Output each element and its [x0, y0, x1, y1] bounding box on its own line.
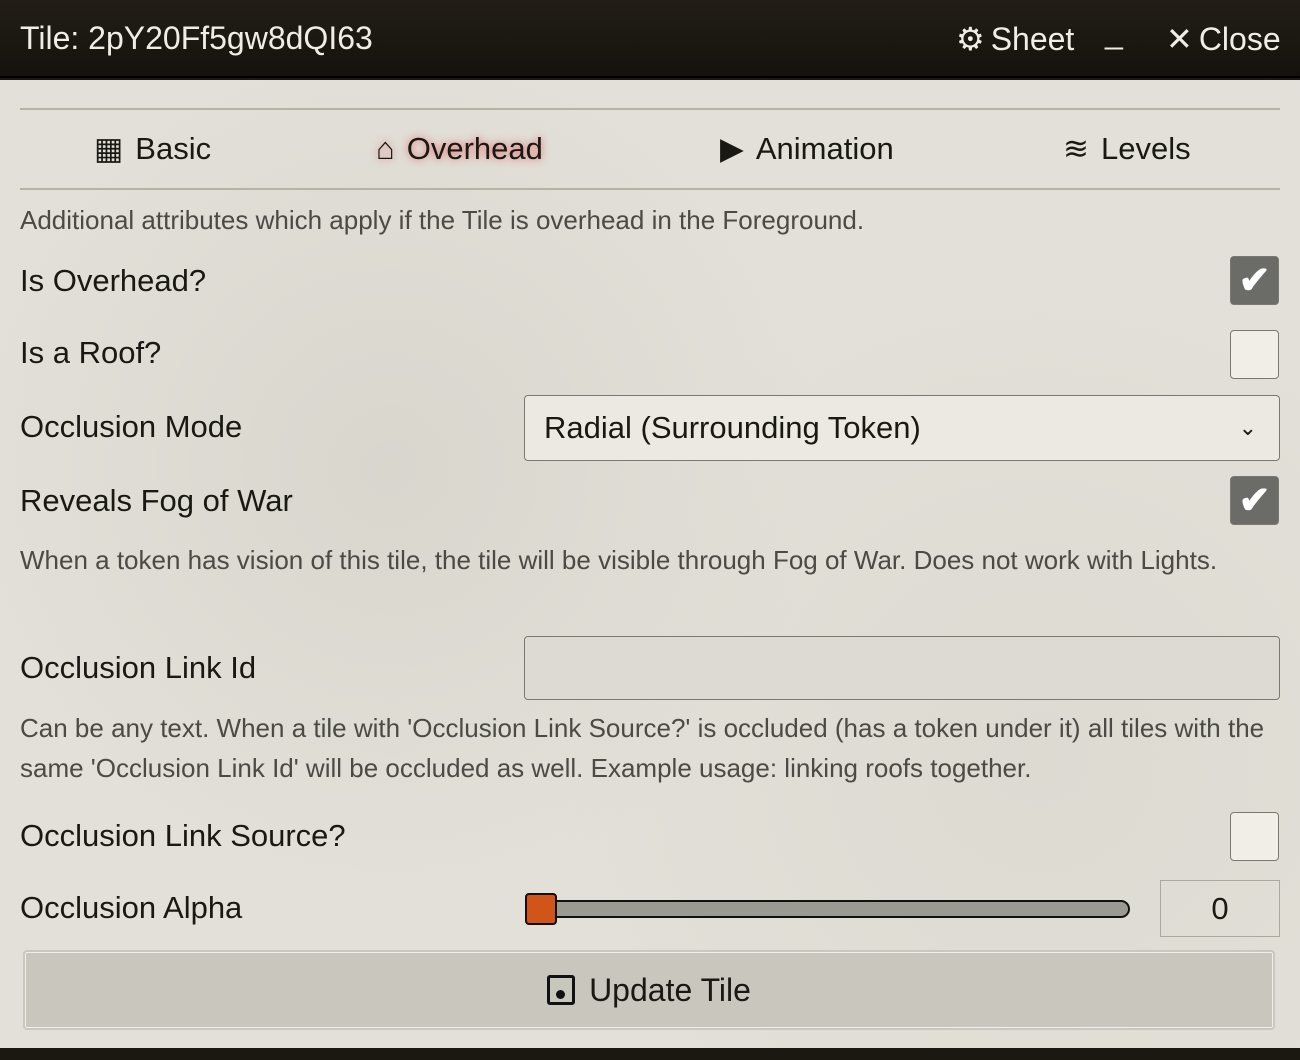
tab-description: Additional attributes which apply if the… [20, 205, 865, 235]
occlusion-mode-value: Radial (Surrounding Token) [544, 410, 921, 445]
window-header[interactable]: Tile: 2pY20Ff5gw8dQI63 ⚙ Sheet _ ✕ Close [0, 0, 1300, 78]
tab-label: Animation [755, 131, 894, 166]
close-icon: ✕ [1166, 21, 1193, 57]
update-tile-label: Update Tile [589, 971, 751, 1008]
link-id-hint: Can be any text. When a tile with 'Occlu… [20, 713, 1265, 783]
gear-icon: ⚙ [956, 21, 985, 57]
occlusion-mode-label: Occlusion Mode [20, 409, 243, 444]
tabs-bottom-divider [20, 188, 1280, 190]
window-title: Tile: 2pY20Ff5gw8dQI63 [20, 20, 373, 56]
is-overhead-label: Is Overhead? [20, 263, 207, 298]
is-roof-label: Is a Roof? [20, 335, 162, 370]
occlusion-alpha-value[interactable]: 0 [1160, 880, 1280, 937]
reveals-fog-label: Reveals Fog of War [20, 483, 293, 518]
occlusion-alpha-slider[interactable] [526, 900, 1130, 918]
tab-label: Basic [135, 131, 212, 166]
slider-thumb[interactable] [525, 893, 557, 925]
tile-config-form: ▦ Basic ⌂ Overhead ▶ Animation ≋ Levels Addi… [0, 80, 1300, 1048]
close-button[interactable]: ✕ Close [1166, 20, 1281, 58]
is-roof-checkbox[interactable] [1230, 330, 1279, 379]
link-source-checkbox[interactable] [1230, 812, 1279, 861]
occlusion-mode-select[interactable]: Radial (Surrounding Token) ⌄ [524, 395, 1280, 461]
is-overhead-checkbox[interactable]: ✔ [1230, 256, 1279, 305]
chevron-down-icon: ⌄ [1238, 415, 1257, 440]
tab-label: Overhead [406, 131, 543, 166]
minimize-button[interactable]: _ [1105, 14, 1123, 51]
tab-animation[interactable]: ▶ Animation [720, 131, 894, 167]
update-tile-button[interactable]: Update Tile [23, 950, 1275, 1030]
tab-overhead[interactable]: ⌂ Overhead [376, 131, 543, 167]
link-source-label: Occlusion Link Source? [20, 818, 346, 853]
reveals-fog-checkbox[interactable]: ✔ [1230, 476, 1279, 525]
cubes-icon: ▦ [94, 131, 124, 166]
layer-group-icon: ≋ [1063, 131, 1089, 166]
home-icon: ⌂ [376, 131, 395, 166]
occlusion-alpha-label: Occlusion Alpha [20, 890, 243, 925]
close-label: Close [1198, 20, 1281, 57]
tabs-top-divider [20, 108, 1280, 110]
reveals-fog-hint: When a token has vision of this tile, th… [20, 545, 1218, 575]
link-id-input[interactable] [524, 636, 1280, 700]
save-icon [547, 975, 576, 1005]
sheet-label: Sheet [990, 20, 1075, 57]
tab-levels[interactable]: ≋ Levels [1063, 131, 1191, 167]
tab-label: Levels [1100, 131, 1191, 166]
sheet-button[interactable]: ⚙ Sheet [956, 20, 1074, 58]
link-id-label: Occlusion Link Id [20, 650, 257, 685]
tab-basic[interactable]: ▦ Basic [94, 131, 211, 167]
play-icon: ▶ [720, 131, 744, 166]
